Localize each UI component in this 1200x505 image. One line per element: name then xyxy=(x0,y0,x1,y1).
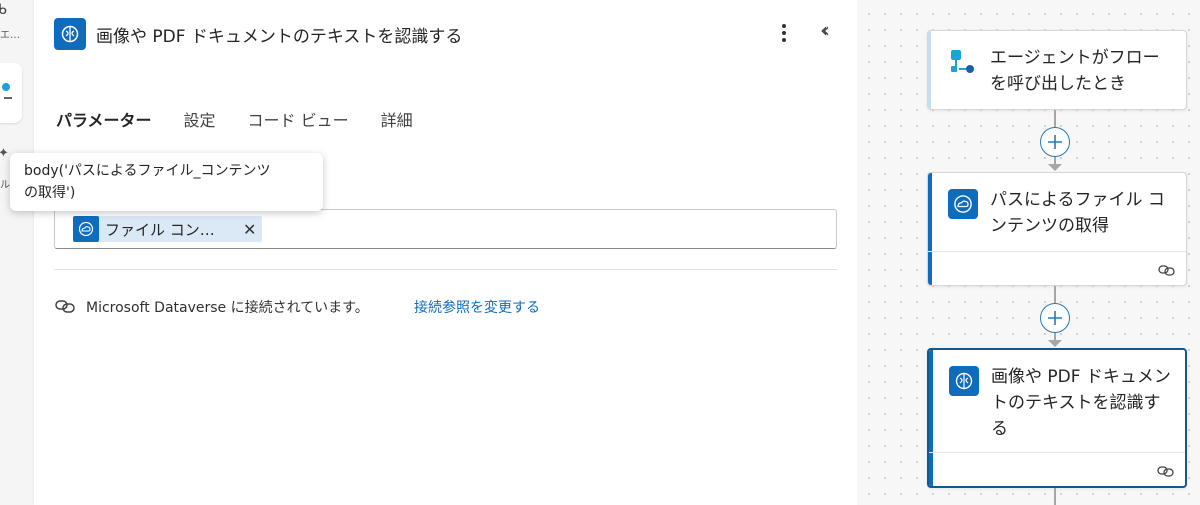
connection-link-icon xyxy=(55,300,75,313)
ai-builder-icon xyxy=(54,18,86,50)
left-nav-item-label: エ… xyxy=(0,30,20,41)
trigger-card[interactable]: エージェントがフローを呼び出したとき xyxy=(927,30,1187,110)
tooltip-line: の取得') xyxy=(24,185,76,201)
ai-builder-icon xyxy=(949,366,979,396)
more-options-icon[interactable] xyxy=(774,20,794,46)
flow-icon xyxy=(2,83,10,91)
action-card-recognize-text-selected[interactable]: 画像や PDF ドキュメントのテキストを認識する xyxy=(927,348,1187,488)
card-title: 画像や PDF ドキュメントのテキストを認識する xyxy=(991,367,1171,439)
tab-parameters[interactable]: パラメーター xyxy=(54,108,168,161)
divider xyxy=(54,269,837,270)
panel-title: 画像や PDF ドキュメントのテキストを認識する xyxy=(96,27,463,47)
flow-designer-canvas[interactable]: エージェントがフローを呼び出したとき パスによるファイル コンテンツの取得 画像… xyxy=(857,0,1200,505)
tab-code-view[interactable]: コード ビュー xyxy=(232,108,365,148)
collapse-panel-icon[interactable]: ‹‹ xyxy=(820,18,830,42)
connection-link-icon xyxy=(1158,265,1175,276)
token-expression-tooltip: body('パスによるファイル_コンテンツ の取得') xyxy=(10,153,323,211)
token-label: ファイル コン… xyxy=(105,220,215,239)
onedrive-icon xyxy=(73,216,99,242)
connection-status-text: Microsoft Dataverse に接続されています。 xyxy=(86,300,369,316)
card-title: パスによるファイル コンテンツの取得 xyxy=(990,190,1165,236)
connector-arrow xyxy=(1048,340,1062,347)
connection-link-icon xyxy=(1157,466,1174,477)
agent-icon: ᑲ xyxy=(0,2,7,18)
left-nav-item-agent[interactable]: ᑲ エ… xyxy=(0,0,30,50)
connector-line xyxy=(1054,488,1056,505)
selected-indicator xyxy=(4,97,12,99)
panel-tabs: パラメーター 設定 コード ビュー 詳細 xyxy=(54,108,429,161)
action-properties-panel: 画像や PDF ドキュメントのテキストを認識する ‹‹ パラメーター 設定 コー… xyxy=(34,0,857,505)
onedrive-icon xyxy=(948,189,978,219)
left-nav-item-flow[interactable] xyxy=(0,63,22,123)
connector-arrow xyxy=(1048,164,1062,171)
insert-step-button[interactable] xyxy=(1040,127,1070,157)
tooltip-line: body('パスによるファイル_コンテンツ xyxy=(24,163,271,179)
agent-trigger-icon xyxy=(948,47,978,77)
file-content-input[interactable]: ファイル コン… ✕ xyxy=(54,209,837,249)
tab-settings[interactable]: 設定 xyxy=(168,108,232,148)
sparkle-icon[interactable]: ✦ xyxy=(0,146,9,161)
card-accent xyxy=(928,31,931,109)
remove-token-icon[interactable]: ✕ xyxy=(243,220,256,239)
dynamic-content-token[interactable]: ファイル コン… ✕ xyxy=(73,216,262,242)
tab-details[interactable]: 詳細 xyxy=(365,108,429,148)
card-footer xyxy=(928,251,1186,285)
action-card-get-file-content[interactable]: パスによるファイル コンテンツの取得 xyxy=(927,172,1187,286)
left-nav-item-label: ル xyxy=(0,180,10,191)
insert-step-button[interactable] xyxy=(1040,303,1070,333)
card-footer xyxy=(929,452,1185,486)
card-title: エージェントがフローを呼び出したとき xyxy=(990,48,1160,94)
left-nav-strip: ᑲ エ… ✦ ル xyxy=(0,0,34,505)
change-connection-link[interactable]: 接続参照を変更する xyxy=(414,297,540,317)
connector-line xyxy=(1054,286,1056,304)
